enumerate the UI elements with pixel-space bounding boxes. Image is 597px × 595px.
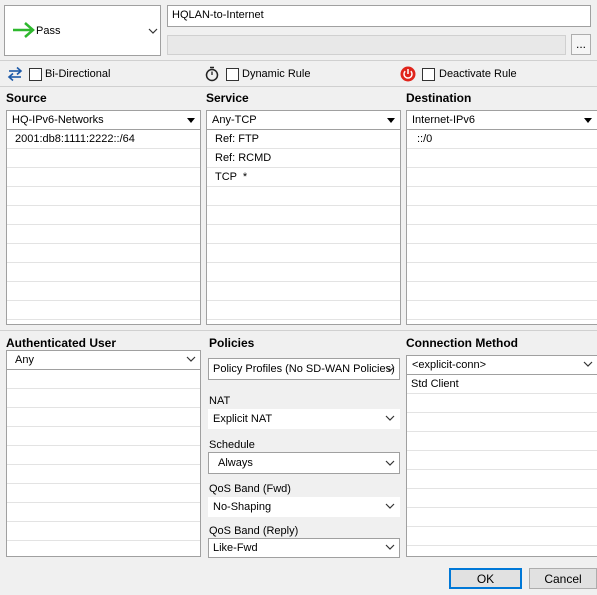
list-item[interactable]: ::/0 bbox=[407, 130, 597, 149]
dropdown-arrow-icon bbox=[187, 118, 195, 123]
bidirectional-label: Bi-Directional bbox=[45, 68, 111, 80]
destination-header: Destination bbox=[406, 91, 472, 105]
power-icon bbox=[400, 66, 416, 82]
connection-method-dropdown[interactable]: <explicit-conn> bbox=[406, 355, 597, 375]
schedule-label: Schedule bbox=[209, 439, 255, 451]
dynamic-rule-label: Dynamic Rule bbox=[242, 68, 311, 80]
list-item[interactable]: Ref: RCMD bbox=[207, 149, 400, 168]
divider bbox=[0, 60, 597, 61]
service-dropdown[interactable]: Any-TCP bbox=[206, 110, 401, 130]
divider bbox=[0, 86, 597, 87]
chevron-down-icon bbox=[385, 460, 395, 466]
auth-user-header: Authenticated User bbox=[6, 336, 117, 350]
dropdown-arrow-icon bbox=[387, 118, 395, 123]
chevron-down-icon bbox=[385, 503, 395, 509]
auth-user-list[interactable] bbox=[6, 370, 201, 557]
connection-method-list[interactable]: Std Client bbox=[406, 375, 597, 557]
chevron-down-icon bbox=[385, 366, 395, 372]
nat-dropdown[interactable]: Explicit NAT bbox=[208, 409, 400, 429]
stopwatch-icon bbox=[205, 66, 219, 82]
policies-header: Policies bbox=[209, 336, 255, 350]
schedule-dropdown[interactable]: Always bbox=[208, 452, 400, 474]
destination-dropdown[interactable]: Internet-IPv6 bbox=[406, 110, 597, 130]
service-header: Service bbox=[206, 91, 249, 105]
dynamic-rule-checkbox[interactable] bbox=[226, 68, 239, 81]
list-item[interactable]: 2001:db8:1111:2222::/64 bbox=[7, 130, 200, 149]
source-dropdown[interactable]: HQ-IPv6-Networks bbox=[6, 110, 201, 130]
rule-name-field[interactable]: HQLAN-to-Internet bbox=[167, 5, 591, 27]
qos-reply-label: QoS Band (Reply) bbox=[209, 525, 299, 537]
ok-button[interactable]: OK bbox=[449, 568, 522, 589]
divider bbox=[0, 330, 597, 331]
rule-description-field[interactable] bbox=[167, 35, 566, 55]
bidirectional-checkbox[interactable] bbox=[29, 68, 42, 81]
source-list[interactable]: 2001:db8:1111:2222::/64 bbox=[6, 130, 201, 325]
source-header: Source bbox=[6, 91, 47, 105]
policy-profiles-dropdown[interactable]: Policy Profiles (No SD-WAN Policies) bbox=[208, 358, 400, 380]
chevron-down-icon bbox=[148, 28, 158, 34]
chevron-down-icon bbox=[583, 361, 593, 367]
dropdown-arrow-icon bbox=[584, 118, 592, 123]
list-item[interactable]: TCP * bbox=[207, 168, 400, 187]
list-item[interactable]: Ref: FTP bbox=[207, 130, 400, 149]
pass-arrow-icon bbox=[13, 22, 35, 38]
deactivate-rule-label: Deactivate Rule bbox=[439, 68, 517, 80]
deactivate-rule-checkbox[interactable] bbox=[422, 68, 435, 81]
chevron-down-icon bbox=[186, 356, 196, 362]
chevron-down-icon bbox=[385, 415, 395, 421]
destination-list[interactable]: ::/0 bbox=[406, 130, 597, 325]
more-button[interactable]: ... bbox=[571, 34, 591, 55]
rule-name-text: HQLAN-to-Internet bbox=[172, 9, 264, 21]
qos-fwd-label: QoS Band (Fwd) bbox=[209, 483, 291, 495]
auth-user-dropdown[interactable]: Any bbox=[6, 350, 201, 370]
action-selector[interactable]: Pass bbox=[4, 5, 161, 56]
bidirectional-arrows-icon bbox=[7, 66, 23, 82]
action-label: Pass bbox=[36, 25, 61, 37]
list-item[interactable]: Std Client bbox=[407, 375, 597, 394]
connection-method-header: Connection Method bbox=[406, 336, 518, 350]
chevron-down-icon bbox=[385, 544, 395, 550]
service-list[interactable]: Ref: FTP Ref: RCMD TCP * bbox=[206, 130, 401, 325]
cancel-button[interactable]: Cancel bbox=[529, 568, 597, 589]
qos-fwd-dropdown[interactable]: No-Shaping bbox=[208, 497, 400, 517]
qos-reply-dropdown[interactable]: Like-Fwd bbox=[208, 538, 400, 558]
nat-label: NAT bbox=[209, 395, 231, 407]
